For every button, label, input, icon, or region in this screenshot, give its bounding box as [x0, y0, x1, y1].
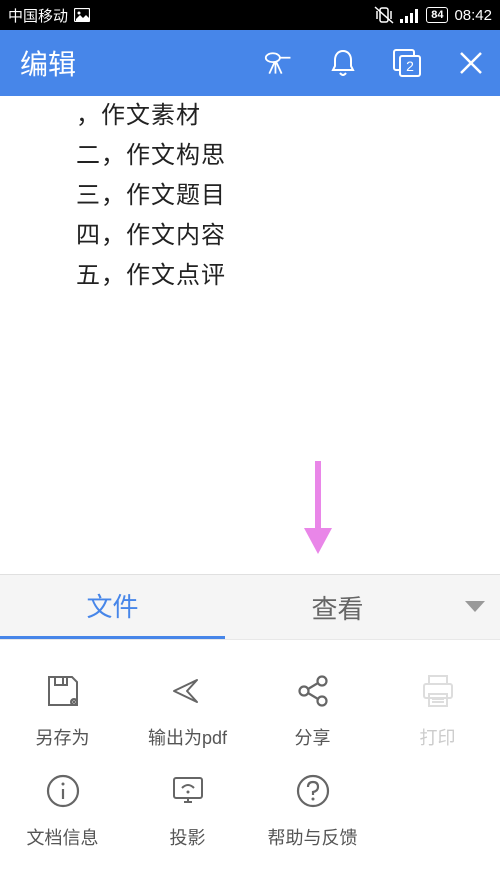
content-line: 五，作文点评 — [76, 256, 500, 296]
status-bar: 中国移动 84 08:42 — [0, 0, 500, 30]
action-projection-label: 投影 — [170, 824, 206, 850]
bottom-panel: 文件 查看 另存为 输出为pdf — [0, 574, 500, 890]
action-print-label: 打印 — [420, 724, 456, 750]
action-print: 打印 — [375, 670, 500, 750]
telescope-icon[interactable] — [264, 48, 294, 78]
action-export-pdf[interactable]: 输出为pdf — [125, 670, 250, 750]
tab-view[interactable]: 查看 — [225, 575, 450, 639]
content-line: 四，作文内容 — [76, 216, 500, 256]
document-content[interactable]: ，作文素材 二，作文构思 三，作文题目 四，作文内容 五，作文点评 — [0, 96, 500, 296]
content-line: ，作文素材 — [76, 96, 500, 136]
tutorial-arrow-icon — [298, 456, 338, 556]
action-share-label: 分享 — [295, 724, 331, 750]
action-empty — [375, 770, 500, 850]
projection-icon — [167, 770, 209, 812]
content-line: 二，作文构思 — [76, 136, 500, 176]
info-icon — [42, 770, 84, 812]
page-title: 编辑 — [20, 43, 264, 83]
tab-file-label: 文件 — [86, 587, 138, 624]
tab-bar: 文件 查看 — [0, 575, 500, 639]
action-help-feedback[interactable]: 帮助与反馈 — [250, 770, 375, 850]
action-doc-info[interactable]: 文档信息 — [0, 770, 125, 850]
action-projection[interactable]: 投影 — [125, 770, 250, 850]
tab-collapse-button[interactable] — [450, 600, 500, 614]
carrier-label: 中国移动 — [8, 5, 68, 26]
time-label: 08:42 — [454, 7, 492, 24]
battery-indicator: 84 — [426, 7, 448, 23]
action-export-pdf-label: 输出为pdf — [148, 724, 227, 750]
action-save-as-label: 另存为 — [36, 724, 90, 750]
bell-icon[interactable] — [328, 48, 358, 78]
action-doc-info-label: 文档信息 — [27, 824, 99, 850]
export-icon — [167, 670, 209, 712]
tab-view-label: 查看 — [311, 589, 363, 626]
actions-grid: 另存为 输出为pdf 分享 打印 — [0, 639, 500, 890]
action-help-feedback-label: 帮助与反馈 — [268, 824, 358, 850]
app-bar: 编辑 2 — [0, 30, 500, 96]
print-icon — [417, 670, 459, 712]
action-save-as[interactable]: 另存为 — [0, 670, 125, 750]
picture-icon — [74, 8, 90, 22]
vibrate-icon — [374, 6, 394, 24]
content-line: 三，作文题目 — [76, 176, 500, 216]
windows-icon[interactable]: 2 — [392, 48, 422, 78]
svg-text:2: 2 — [406, 58, 414, 74]
action-share[interactable]: 分享 — [250, 670, 375, 750]
help-icon — [292, 770, 334, 812]
signal-icon — [400, 8, 420, 23]
tab-file[interactable]: 文件 — [0, 575, 225, 639]
chevron-down-icon — [464, 600, 486, 614]
close-icon[interactable] — [456, 48, 486, 78]
save-icon — [42, 670, 84, 712]
share-icon — [292, 670, 334, 712]
